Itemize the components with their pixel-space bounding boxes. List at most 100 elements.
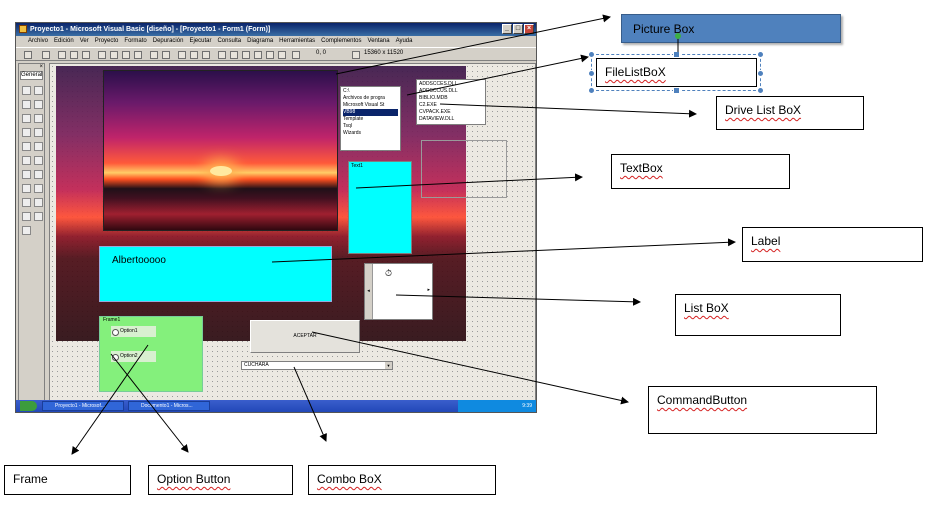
menu-editor-icon[interactable] [58, 51, 66, 59]
cut-icon[interactable] [98, 51, 106, 59]
scroll-left-icon[interactable]: ◂ [365, 264, 373, 319]
resize-handle[interactable] [673, 51, 680, 58]
file-item[interactable]: CVPACK.EXE [419, 109, 483, 116]
frame-callout: Frame [4, 465, 131, 495]
option-button-1[interactable]: Option1 [111, 326, 156, 337]
menu-depuracion[interactable]: Depuración [153, 36, 184, 47]
pointer-tool-icon[interactable] [22, 86, 31, 95]
text-box[interactable]: Text1 [348, 161, 412, 254]
data-tool-icon[interactable] [34, 212, 43, 221]
line-tool-icon[interactable] [34, 198, 43, 207]
save-icon[interactable] [82, 51, 90, 59]
data-view-icon[interactable] [278, 51, 286, 59]
start-run-icon[interactable] [178, 51, 186, 59]
add-project-icon[interactable] [24, 51, 32, 59]
dir-item[interactable]: Archivos de progra [343, 95, 398, 102]
taskbar-item-word[interactable]: Documento1 - Micros... [128, 401, 210, 411]
resize-handle[interactable] [588, 70, 595, 77]
hscrollbar-tool-icon[interactable] [22, 156, 31, 165]
dirlistbox-tool-icon[interactable] [22, 184, 31, 193]
optionbutton-tool-icon[interactable] [34, 128, 43, 137]
menu-ejecutar[interactable]: Ejecutar [189, 36, 211, 47]
project-explorer-icon[interactable] [218, 51, 226, 59]
open-icon[interactable] [70, 51, 78, 59]
file-list-box[interactable]: ADDSCCES.DLL ADDSCCUS.DLL BIBLIO.MDB C2.… [416, 79, 486, 125]
option-2-label: Option2 [120, 353, 138, 359]
dir-list-box[interactable]: C:\ Archivos de progra Microsoft Visual … [340, 86, 401, 151]
toolbox-icon[interactable] [266, 51, 274, 59]
ole-tool-icon[interactable] [22, 226, 31, 235]
file-item[interactable]: C2.EXE [419, 102, 483, 109]
menu-diagrama[interactable]: Diagrama [247, 36, 273, 47]
resize-handle[interactable] [757, 51, 764, 58]
textbox-tool-icon[interactable] [34, 100, 43, 109]
shape-tool-icon[interactable] [22, 198, 31, 207]
resize-handle[interactable] [757, 70, 764, 77]
menu-ayuda[interactable]: Ayuda [396, 36, 413, 47]
label-tool-icon[interactable] [22, 100, 31, 109]
menu-edicion[interactable]: Edición [54, 36, 74, 47]
file-item[interactable]: ADDSCCES.DLL [419, 81, 483, 88]
find-icon[interactable] [134, 51, 142, 59]
menu-formato[interactable]: Formato [124, 36, 146, 47]
combobox-tool-icon[interactable] [22, 142, 31, 151]
properties-icon[interactable] [230, 51, 238, 59]
dir-item[interactable]: Wizards [343, 130, 398, 137]
picture-box[interactable] [103, 70, 338, 231]
dir-item-selected[interactable]: VB98 [343, 109, 398, 116]
menu-complementos[interactable]: Complementos [321, 36, 361, 47]
menu-ventana[interactable]: Ventana [368, 36, 390, 47]
frame-tool-icon[interactable] [22, 114, 31, 123]
dir-item[interactable]: Template [343, 116, 398, 123]
resize-handle[interactable] [588, 51, 595, 58]
scroll-right-icon[interactable]: ▸ [427, 287, 430, 293]
close-icon[interactable]: × [524, 24, 534, 34]
resize-handle[interactable] [588, 87, 595, 94]
start-icon[interactable] [20, 401, 37, 411]
image-tool-icon[interactable] [22, 212, 31, 221]
maximize-icon[interactable]: □ [513, 24, 523, 34]
paste-icon[interactable] [122, 51, 130, 59]
file-item[interactable]: ADDSCCUS.DLL [419, 88, 483, 95]
form-layout-icon[interactable] [242, 51, 250, 59]
add-form-icon[interactable] [42, 51, 50, 59]
dir-item[interactable]: C:\ [343, 88, 398, 95]
commandbutton-tool-icon[interactable] [34, 114, 43, 123]
end-icon[interactable] [202, 51, 210, 59]
picturebox-tool-icon[interactable] [34, 86, 43, 95]
file-item[interactable]: DATAVIEW.DLL [419, 116, 483, 123]
toolbox-tab-general[interactable]: General [20, 71, 43, 80]
dir-item[interactable]: Tsql [343, 123, 398, 130]
break-icon[interactable] [190, 51, 198, 59]
tray-clock: 9:39 [522, 403, 532, 409]
menu-archivo[interactable]: Archivo [28, 36, 48, 47]
copy-icon[interactable] [110, 51, 118, 59]
list-box-callout-text: List BoX [684, 301, 729, 315]
object-browser-icon[interactable] [254, 51, 262, 59]
menu-ver[interactable]: Ver [80, 36, 89, 47]
filelistbox-tool-icon[interactable] [34, 184, 43, 193]
redo-icon[interactable] [162, 51, 170, 59]
vscrollbar-tool-icon[interactable] [34, 156, 43, 165]
list-box[interactable]: ◂ ⏱ ▸ [364, 263, 433, 320]
listbox-tool-icon[interactable] [34, 142, 43, 151]
checkbox-tool-icon[interactable] [22, 128, 31, 137]
resize-handle[interactable] [673, 87, 680, 94]
menu-herramientas[interactable]: Herramientas [279, 36, 315, 47]
chevron-down-icon[interactable]: ▼ [385, 362, 392, 369]
undo-icon[interactable] [150, 51, 158, 59]
file-item[interactable]: BIBLIO.MDB [419, 95, 483, 102]
resize-handle[interactable] [757, 87, 764, 94]
menu-consulta[interactable]: Consulta [217, 36, 241, 47]
minimize-icon[interactable]: _ [502, 24, 512, 34]
combo-box[interactable]: CUCHARA ▼ [241, 361, 393, 370]
combo-value: CUCHARA [244, 362, 269, 368]
menu-proyecto[interactable]: Proyecto [95, 36, 119, 47]
close-icon[interactable]: × [39, 64, 43, 70]
timer-tool-icon[interactable] [22, 170, 31, 179]
drivelistbox-tool-icon[interactable] [34, 170, 43, 179]
dir-item[interactable]: Microsoft Visual St [343, 102, 398, 109]
taskbar-item-vb[interactable]: Proyecto1 - Microsof... [42, 401, 124, 411]
command-button[interactable]: ACEPTAR [250, 320, 360, 353]
option-button-2[interactable]: Option2 [111, 351, 156, 362]
